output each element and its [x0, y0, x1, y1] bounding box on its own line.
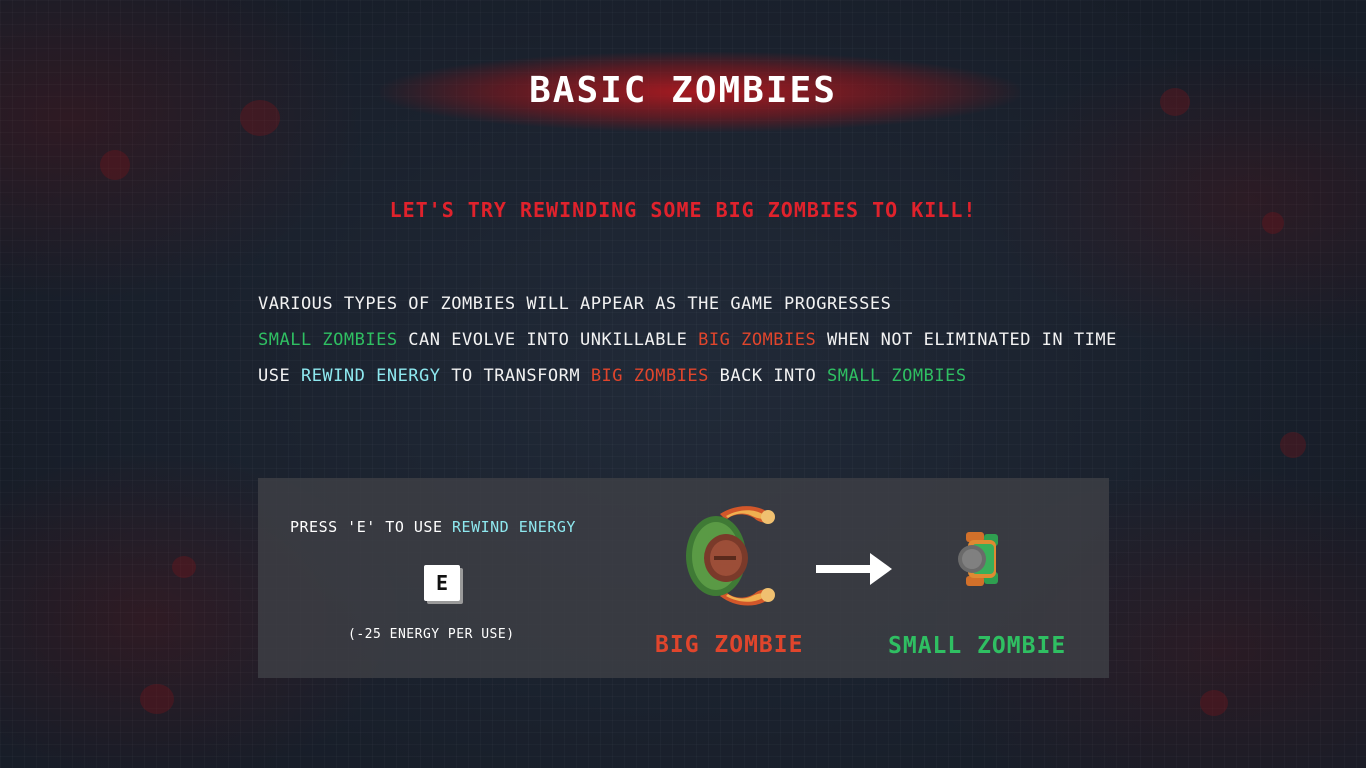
small-zombies-term: SMALL ZOMBIES: [258, 330, 398, 350]
blood-splatter: [100, 150, 130, 180]
e-key-icon: E: [424, 565, 460, 601]
description-text: BACK INTO: [708, 366, 827, 386]
blood-splatter: [140, 684, 174, 714]
description-text: WHEN NOT ELIMINATED IN TIME: [816, 330, 1117, 350]
description-text: TO TRANSFORM: [440, 366, 591, 386]
big-zombies-term: BIG ZOMBIES: [698, 330, 817, 350]
page-title: BASIC ZOMBIES: [529, 70, 837, 111]
description-text: VARIOUS TYPES OF ZOMBIES WILL APPEAR AS …: [258, 294, 892, 314]
big-zombies-term: BIG ZOMBIES: [590, 366, 709, 386]
small-zombie-label: SMALL ZOMBIE: [888, 633, 1067, 659]
energy-cost-text: (-25 ENERGY PER USE): [348, 627, 515, 642]
description-line-1: VARIOUS TYPES OF ZOMBIES WILL APPEAR AS …: [258, 294, 891, 314]
rewind-energy-term: REWIND ENERGY: [452, 518, 576, 536]
press-key-instruction: PRESS 'E' TO USE REWIND ENERGY: [290, 518, 576, 536]
description-line-2: SMALL ZOMBIES CAN EVOLVE INTO UNKILLABLE…: [258, 330, 1117, 350]
blood-splatter: [1280, 432, 1306, 458]
rewind-energy-term: REWIND ENERGY: [300, 366, 441, 386]
big-zombie-label: BIG ZOMBIE: [655, 632, 804, 658]
description-text: CAN EVOLVE INTO UNKILLABLE: [397, 330, 699, 350]
description-text: USE: [258, 366, 301, 386]
big-zombie-icon: [686, 506, 775, 606]
description-line-3: USE REWIND ENERGY TO TRANSFORM BIG ZOMBI…: [258, 366, 967, 386]
press-text: PRESS 'E' TO USE: [290, 518, 453, 536]
blood-splatter: [172, 556, 196, 578]
subtitle: LET'S TRY REWINDING SOME BIG ZOMBIES TO …: [389, 198, 977, 222]
blood-splatter: [1200, 690, 1228, 716]
small-zombies-term: SMALL ZOMBIES: [827, 366, 967, 386]
right-arrow-icon: [816, 553, 892, 585]
small-zombie-icon: [958, 532, 998, 586]
